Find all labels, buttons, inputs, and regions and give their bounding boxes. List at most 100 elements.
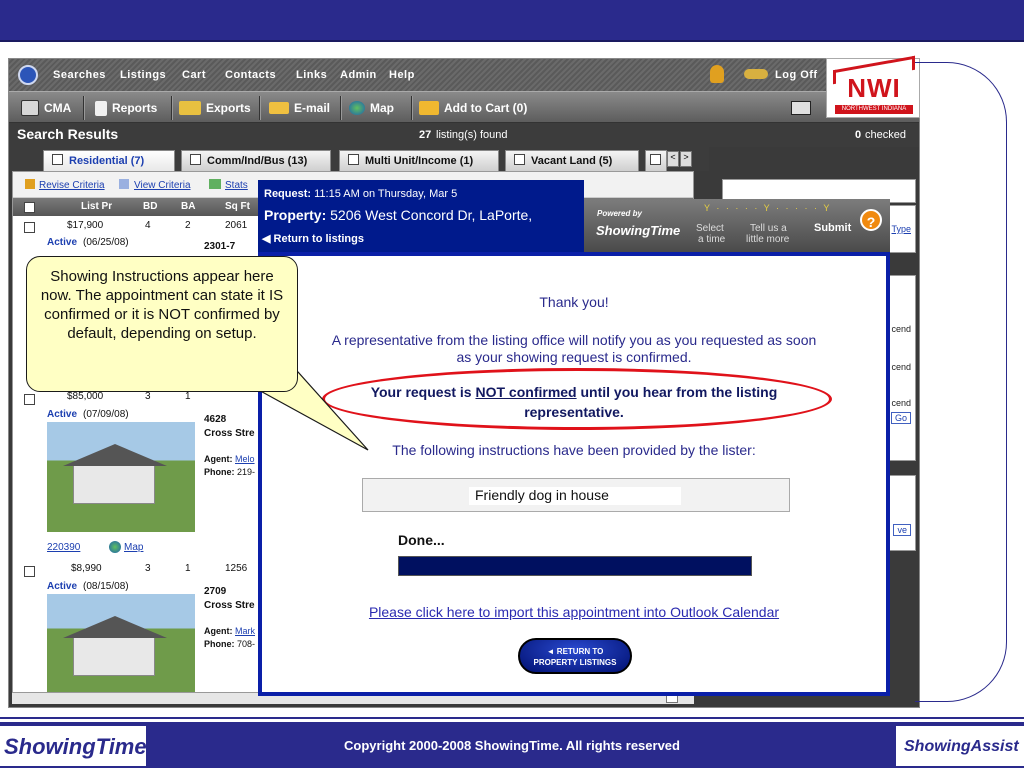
- sort-label: cend: [891, 362, 911, 372]
- tab-comm-ind-bus[interactable]: Comm/Ind/Bus (13): [181, 150, 331, 171]
- annotation-callout: Showing Instructions appear here now. Th…: [26, 256, 298, 392]
- bedrooms: 3: [145, 391, 151, 402]
- return-to-listings-button[interactable]: ◄ RETURN TO PROPERTY LISTINGS: [518, 638, 632, 674]
- listing-photo[interactable]: [47, 422, 195, 532]
- envelope-icon: [269, 102, 289, 114]
- help-icon[interactable]: ?: [860, 209, 882, 231]
- stats-icon: [209, 179, 221, 189]
- red-emphasis-ellipse: [322, 368, 832, 430]
- instructions-box: Friendly dog in house: [362, 478, 790, 512]
- notify-text-1: A representative from the listing office…: [331, 332, 817, 348]
- instructions-intro: The following instructions have been pro…: [392, 442, 756, 458]
- return-link-label: Return to listings: [273, 233, 364, 245]
- menu-admin[interactable]: Admin: [340, 69, 377, 81]
- step-select-sub: a time: [698, 234, 726, 245]
- agent-link[interactable]: Mark: [235, 626, 255, 636]
- listing-status: Active: [47, 409, 78, 420]
- menu-cart[interactable]: Cart: [182, 69, 206, 81]
- showingassist-logo-text: ShowingAssist: [904, 738, 1019, 755]
- key-icon: [744, 69, 768, 79]
- cma-button[interactable]: CMA: [21, 98, 71, 118]
- user-icon[interactable]: [710, 65, 724, 83]
- tab-vacant-land[interactable]: Vacant Land (5): [505, 150, 639, 171]
- property-line: Property: 5206 West Concord Dr, LaPorte,: [264, 207, 532, 223]
- add-to-cart-button[interactable]: Add to Cart (0): [419, 98, 527, 118]
- baths: 1: [185, 391, 191, 402]
- tab-checkbox[interactable]: [514, 154, 525, 165]
- instructions-text: Friendly dog in house: [469, 487, 681, 505]
- col-sqft[interactable]: Sq Ft: [225, 201, 250, 212]
- select-all-checkbox[interactable]: [24, 202, 35, 213]
- row-checkbox[interactable]: [24, 566, 35, 577]
- view-icon: [119, 179, 129, 189]
- listing-date: (06/25/08): [83, 237, 129, 248]
- row-checkbox[interactable]: [24, 394, 35, 405]
- tab-checkbox[interactable]: [52, 154, 63, 165]
- menu-help[interactable]: Help: [389, 69, 415, 81]
- step-tell-label: Tell us a: [750, 223, 787, 234]
- home-icon[interactable]: [18, 65, 38, 85]
- sort-label: cend: [891, 398, 911, 408]
- col-bedrooms[interactable]: BD: [143, 201, 157, 212]
- tab-scroll-left-icon[interactable]: <: [667, 151, 679, 167]
- exports-button[interactable]: Exports: [179, 98, 251, 118]
- request-line: Request: 11:15 AM on Thursday, Mar 5: [264, 188, 457, 200]
- map-link[interactable]: Map: [124, 542, 143, 553]
- mls-number-link[interactable]: 220390: [47, 542, 80, 553]
- nwi-logo-text: NWI: [847, 73, 901, 103]
- stats-link[interactable]: Stats: [225, 180, 248, 191]
- phone-label: Phone:: [204, 467, 235, 477]
- tab-overflow[interactable]: [645, 150, 667, 171]
- listing-status: Active: [47, 237, 78, 248]
- pencil-icon: [25, 179, 35, 189]
- phone-label: Phone:: [204, 639, 235, 649]
- powered-by-label: Powered by: [597, 209, 642, 218]
- tab-checkbox[interactable]: [348, 154, 359, 165]
- email-button[interactable]: E-mail: [269, 98, 330, 118]
- tab-multi-unit[interactable]: Multi Unit/Income (1): [339, 150, 499, 171]
- tab-scroll-right-icon[interactable]: >: [680, 151, 692, 167]
- tab-label: Comm/Ind/Bus (13): [207, 155, 308, 167]
- save-button[interactable]: ve: [893, 524, 911, 536]
- view-criteria-link[interactable]: View Criteria: [134, 180, 191, 191]
- map-label: Map: [370, 101, 394, 115]
- row-checkbox[interactable]: [24, 222, 35, 233]
- print-icon[interactable]: [791, 101, 811, 115]
- sqft: 2061: [225, 220, 248, 231]
- bedrooms: 4: [145, 220, 151, 231]
- agent-link[interactable]: Melo: [235, 454, 255, 464]
- results-title: Search Results: [17, 126, 119, 142]
- type-link[interactable]: Type: [891, 224, 911, 234]
- tab-residential[interactable]: Residential (7): [43, 150, 175, 171]
- go-button[interactable]: Go: [890, 412, 911, 424]
- col-list-price[interactable]: List Pr: [81, 201, 112, 212]
- reports-icon: [95, 100, 107, 116]
- return-to-listings-link[interactable]: ◀ Return to listings: [262, 232, 364, 245]
- listing-street: Cross Stre: [204, 428, 255, 439]
- outlook-import-link[interactable]: Please click here to import this appoint…: [262, 604, 886, 620]
- request-header: Request: 11:15 AM on Thursday, Mar 5 Pro…: [258, 180, 584, 252]
- menu-listings[interactable]: Listings: [120, 69, 166, 81]
- tab-label: Vacant Land (5): [531, 155, 613, 167]
- folder-icon: [419, 101, 439, 115]
- map-button[interactable]: Map: [349, 98, 394, 118]
- notify-text-2: as your showing request is confirmed.: [456, 349, 692, 365]
- menu-links[interactable]: Links: [296, 69, 327, 81]
- property-label: Property:: [264, 207, 327, 223]
- menu-searches[interactable]: Searches: [53, 69, 106, 81]
- col-baths[interactable]: BA: [181, 201, 195, 212]
- menu-contacts[interactable]: Contacts: [225, 69, 276, 81]
- tab-label: Multi Unit/Income (1): [365, 155, 474, 167]
- property-type-tabs: Residential (7) Comm/Ind/Bus (13) Multi …: [9, 147, 709, 171]
- tab-checkbox[interactable]: [650, 154, 661, 165]
- confirmation-dialog: Thank you! A representative from the lis…: [258, 252, 890, 696]
- toolbar: CMA Reports Exports E-mail Map Add to Ca…: [9, 91, 919, 123]
- reports-button[interactable]: Reports: [95, 98, 157, 118]
- agent-phone: 219-: [237, 467, 256, 477]
- request-value: 11:15 AM on Thursday, Mar 5: [314, 188, 458, 200]
- listing-photo[interactable]: [47, 594, 195, 692]
- tab-checkbox[interactable]: [190, 154, 201, 165]
- globe-icon[interactable]: [109, 541, 121, 553]
- log-off-link[interactable]: Log Off: [775, 69, 818, 81]
- revise-criteria-link[interactable]: Revise Criteria: [39, 180, 105, 191]
